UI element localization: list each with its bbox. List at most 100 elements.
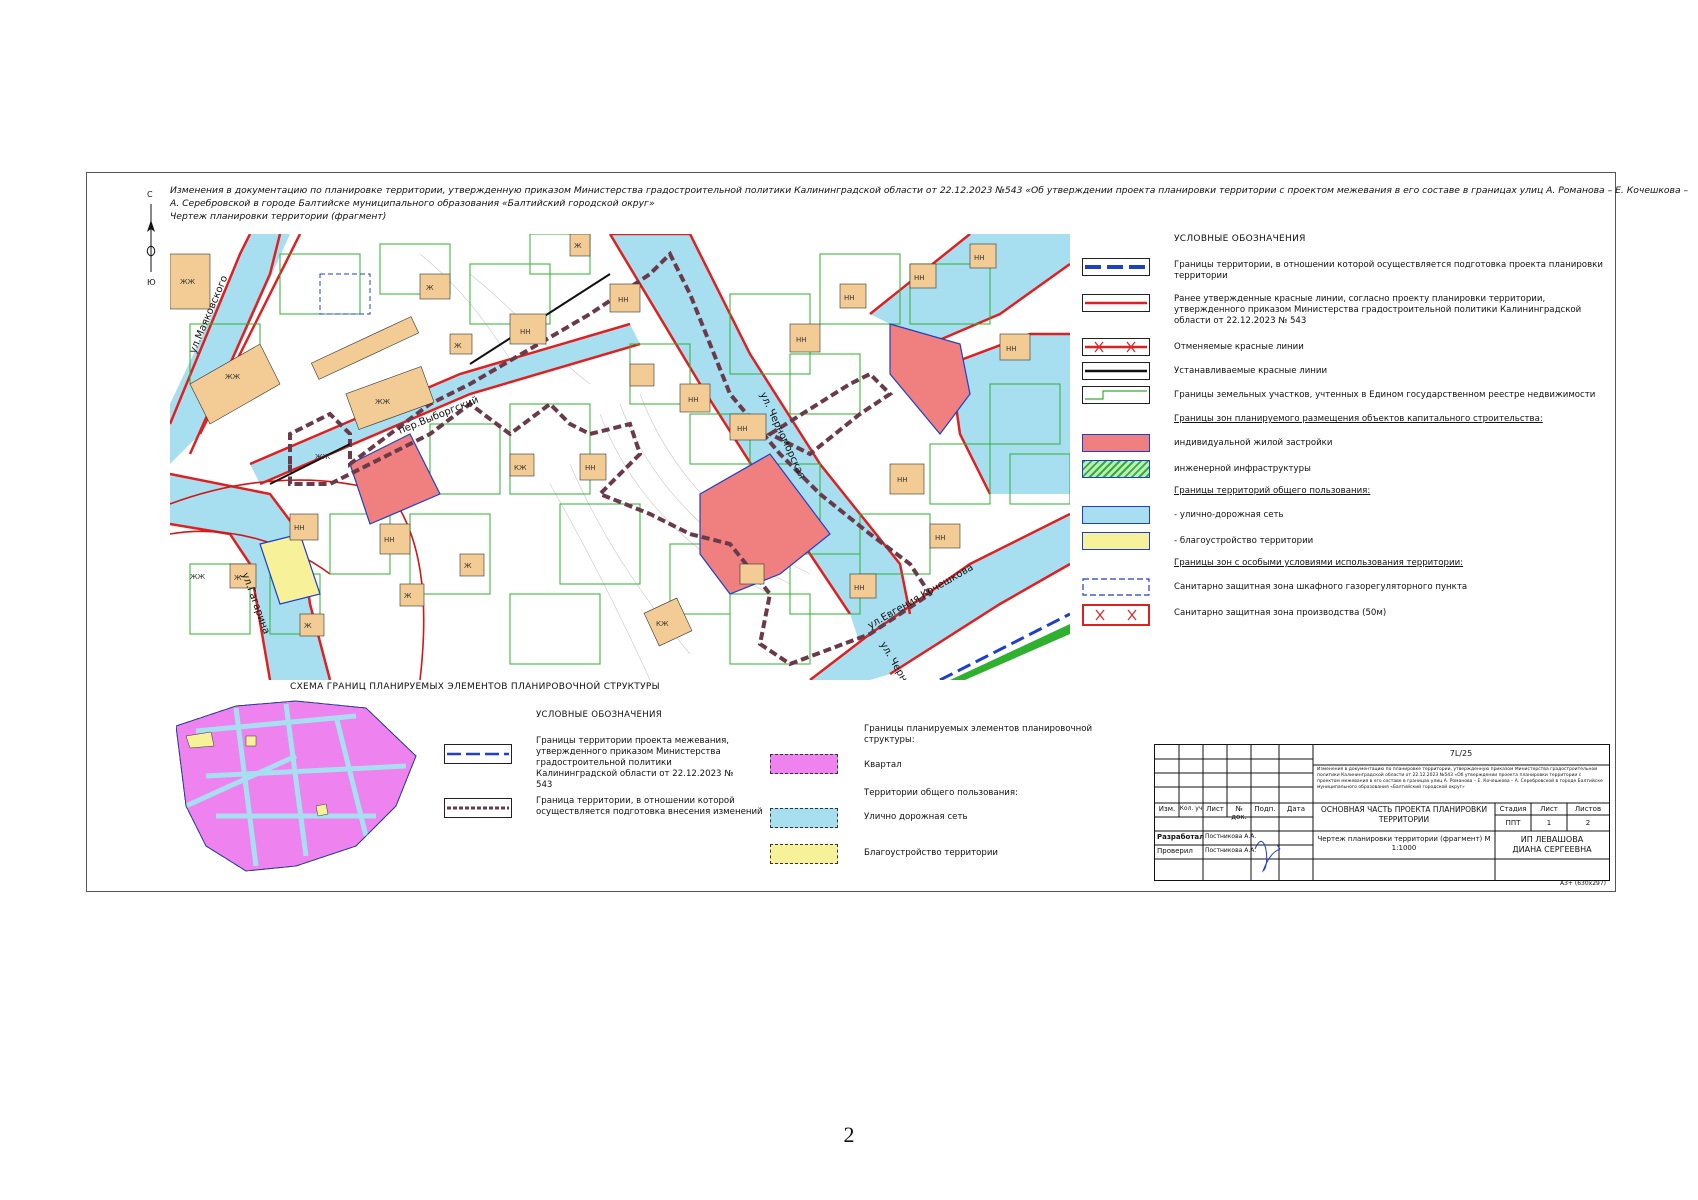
legend-symbol: [1082, 578, 1150, 596]
legend-symbol: [1082, 604, 1150, 626]
stamp-checked-name: Постникова А.А.: [1205, 847, 1257, 854]
header-line-3: Чертеж планировки территории (фрагмент): [170, 211, 387, 222]
north-arrow-icon: С Ю: [140, 190, 162, 290]
scheme-public-title: Территории общего пользования:: [864, 788, 1018, 798]
page-number: 2: [843, 1122, 855, 1147]
stamp-stage-header: Стадия: [1499, 805, 1527, 813]
zone-code: Ж: [304, 622, 312, 630]
stamp-col: № док.: [1231, 805, 1247, 821]
zone-code: НН: [520, 328, 531, 336]
zone-code: НН: [1006, 345, 1017, 353]
zone-code: КЖ: [656, 620, 669, 628]
sheet-format: А3+ (630х297): [1560, 880, 1606, 887]
stamp-col: Лист: [1206, 805, 1224, 813]
zone-code: НН: [914, 274, 925, 282]
zone-code: Ж: [234, 574, 242, 582]
scheme-legend-text: Квартал: [864, 760, 902, 770]
legend-text: индивидуальной жилой застройки: [1174, 438, 1333, 448]
legend-symbol: [1082, 434, 1150, 452]
scheme-legend-symbol: [770, 754, 838, 774]
header-line-1: Изменения в документацию по планировке т…: [170, 185, 1689, 196]
scheme-legend: УСЛОВНЫЕ ОБОЗНАЧЕНИЯ Границы территории …: [444, 706, 1104, 876]
stamp-sheets-header: Листов: [1574, 805, 1602, 813]
scheme-legend-symbol: [444, 744, 512, 764]
legend-symbol: [1082, 294, 1150, 312]
stamp-section: ОСНОВНАЯ ЧАСТЬ ПРОЕКТА ПЛАНИРОВКИ ТЕРРИТ…: [1320, 805, 1488, 824]
structure-scheme: [175, 696, 426, 874]
planning-map: ул.Маяковского пер.Выборгский ул. Черном…: [170, 234, 1070, 680]
zone-code: Ж: [454, 342, 462, 350]
stamp-developed-name: Постникова А.А.: [1205, 833, 1257, 840]
zone-code: НН: [294, 524, 305, 532]
map-svg: ул.Маяковского пер.Выборгский ул. Черном…: [170, 234, 1070, 680]
scheme-svg: [175, 700, 417, 872]
zone-code: НН: [796, 336, 807, 344]
zone-code: НН: [384, 536, 395, 544]
legend-symbol: [1082, 258, 1150, 276]
gas-sanitary-zone: [319, 273, 371, 315]
legend-symbol: [1082, 460, 1150, 478]
legend-text: Ранее утвержденные красные линии, соглас…: [1174, 294, 1582, 326]
legend-text: инженерной инфраструктуры: [1174, 464, 1311, 474]
stamp-description: Изменения в документацию по планировке т…: [1317, 767, 1603, 790]
legend-text: - улично-дорожная сеть: [1174, 510, 1284, 520]
legend-text: Устанавливаемые красные линии: [1174, 366, 1328, 376]
zone-code: НН: [585, 464, 596, 472]
scheme-legend-text: Благоустройство территории: [864, 848, 999, 858]
legend-text: Границы территории, в отношении которой …: [1174, 260, 1603, 281]
zone-code: НН: [844, 294, 855, 302]
zone-code: ЖЖ: [225, 373, 241, 381]
zone-code: НН: [897, 476, 908, 484]
scheme-legend-symbol: [444, 798, 512, 818]
housing-zone-1: [349, 433, 441, 525]
scheme-legend-symbol: [770, 808, 838, 828]
stamp-col: Дата: [1286, 805, 1306, 813]
zone-code: КЖ: [514, 464, 527, 472]
stamp-organization: ИП ЛЕВАШОВА ДИАНА СЕРГЕЕВНА: [1512, 835, 1592, 854]
drawing-header: Изменения в документацию по планировке т…: [170, 184, 1689, 223]
legend-section-heading: Границы территорий общего пользования:: [1174, 486, 1371, 496]
legend-title: УСЛОВНЫЕ ОБОЗНАЧЕНИЯ: [1174, 234, 1306, 244]
legend-text: Санитарно защитная зона шкафного газорег…: [1174, 582, 1468, 592]
stamp-stage: ППТ: [1505, 819, 1521, 827]
engineering-zone: [950, 624, 1070, 680]
stamp-col: Подп.: [1254, 805, 1276, 813]
zone-code: ЖЖ: [375, 398, 391, 406]
zone-code: Ж: [574, 242, 582, 250]
scheme-legend-symbol: [770, 844, 838, 864]
scheme-elements-title: Границы планируемых элементов планировоч…: [864, 724, 1093, 745]
scheme-legend-text: Граница территории, в отношении которой …: [536, 796, 763, 817]
zone-code: Ж: [426, 284, 434, 292]
legend-symbol: [1082, 338, 1150, 356]
zone-code: НН: [854, 584, 865, 592]
legend-section-heading: Границы зон с особыми условиями использо…: [1174, 558, 1464, 568]
zone-code: НН: [737, 425, 748, 433]
legend-symbol: [1082, 532, 1150, 550]
stamp-checked-label: Проверил: [1157, 847, 1193, 855]
legend-symbol: [1082, 362, 1150, 380]
legend-text: Санитарно защитная зона производства (50…: [1174, 608, 1387, 618]
scheme-title: СХЕМА ГРАНИЦ ПЛАНИРУЕМЫХ ЭЛЕМЕНТОВ ПЛАНИ…: [290, 682, 660, 692]
compass-south-label: Ю: [147, 278, 156, 287]
legend-text: Границы земельных участков, учтенных в Е…: [1174, 390, 1596, 400]
compass-north-label: С: [147, 190, 153, 199]
stamp-sheets: 2: [1585, 819, 1591, 827]
header-line-2: А. Серебровской в городе Балтийске муниц…: [170, 198, 655, 209]
title-block: 7L/25 Изменения в документацию по планир…: [1154, 744, 1610, 881]
stamp-col: Кол. уч: [1179, 805, 1203, 812]
stamp-drawing-title: Чертеж планировки территории (фрагмент) …: [1317, 835, 1491, 852]
stamp-sheet: 1: [1546, 819, 1552, 827]
stamp-code: 7L/25: [1449, 749, 1473, 758]
zone-code: ЖЖ: [190, 573, 206, 581]
legend-symbol: [1082, 386, 1150, 404]
signature-mark: [1254, 840, 1281, 873]
stamp-developed-label: Разработал: [1157, 833, 1205, 841]
zone-code: ЖЖ: [180, 278, 196, 286]
zone-code: ЖЖ: [315, 453, 331, 461]
legend-text: Отменяемые красные линии: [1174, 342, 1304, 352]
stamp-col: Изм.: [1158, 805, 1176, 813]
legend-symbol: [1082, 506, 1150, 524]
scheme-legend-text: Улично дорожная сеть: [864, 812, 968, 822]
stamp-sheet-header: Лист: [1540, 805, 1558, 813]
scheme-legend-text: Границы территории проекта межевания, ут…: [536, 736, 734, 790]
